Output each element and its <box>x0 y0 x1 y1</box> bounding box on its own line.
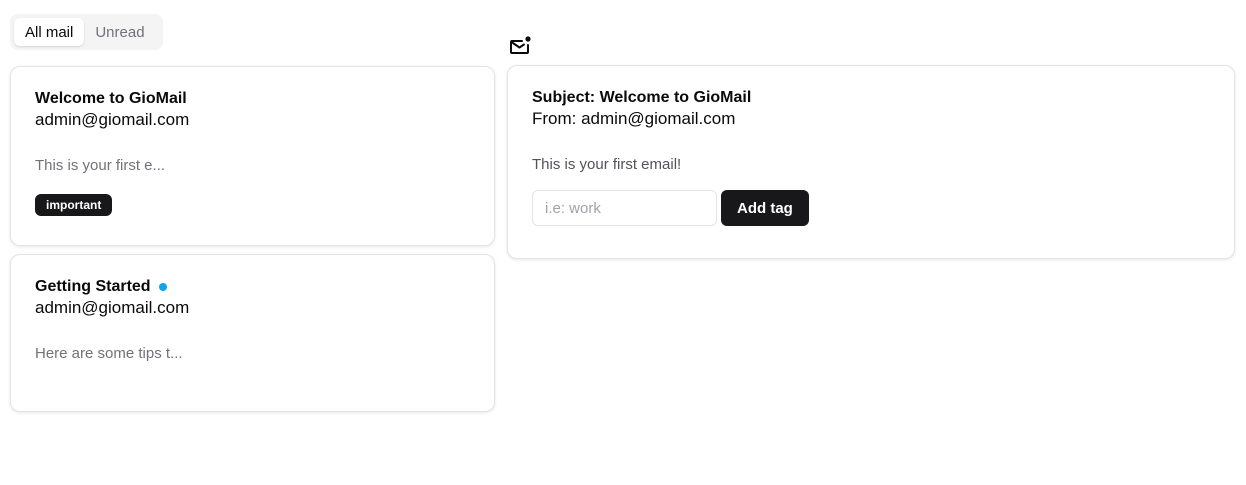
mail-title: Welcome to GioMail <box>35 89 470 109</box>
mail-detail-panel: Subject: Welcome to GioMail From: admin@… <box>507 65 1235 259</box>
mail-preview: This is your first e... <box>35 157 166 174</box>
mail-unread-icon <box>510 36 531 54</box>
add-tag-button[interactable]: Add tag <box>721 190 809 226</box>
detail-body: This is your first email! <box>532 156 682 173</box>
mail-title-text: Welcome to GioMail <box>35 90 187 107</box>
add-tag-form: Add tag <box>532 190 1210 226</box>
mail-filter-tabs: All mail Unread <box>10 14 163 50</box>
mail-sender: admin@giomail.com <box>35 298 190 317</box>
unread-dot-icon <box>158 283 167 291</box>
detail-subject: Subject: Welcome to GioMail <box>532 89 752 106</box>
tag-badge: important <box>35 194 113 216</box>
mail-title-text: Getting Started <box>35 278 151 295</box>
mail-list-item[interactable]: Getting Started admin@giomail.com Here a… <box>10 254 495 412</box>
tag-input[interactable] <box>532 190 717 226</box>
detail-from: From: admin@giomail.com <box>532 109 736 128</box>
tab-all-mail[interactable]: All mail <box>14 18 85 46</box>
mail-sender: admin@giomail.com <box>35 110 190 129</box>
mail-list-item[interactable]: Welcome to GioMail admin@giomail.com Thi… <box>10 66 495 246</box>
tab-unread[interactable]: Unread <box>84 18 155 46</box>
mail-preview: Here are some tips t... <box>35 345 183 362</box>
mail-title: Getting Started <box>35 277 470 297</box>
